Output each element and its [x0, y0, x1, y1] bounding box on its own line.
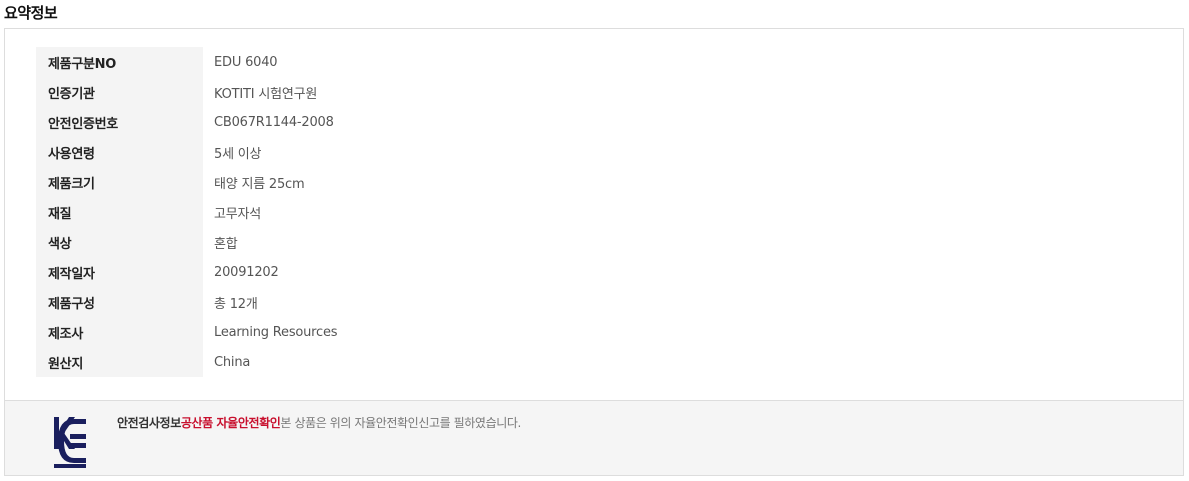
spec-table: 제품구분NO EDU 6040 인증기관 KOTITI 시험연구원 안전인증번호… — [36, 47, 338, 377]
spec-row: 제품구분NO EDU 6040 — [36, 47, 337, 77]
spec-value: China — [214, 354, 251, 370]
spec-value: 태양 지름 25cm — [214, 176, 305, 192]
spec-row: 색상 혼합 — [36, 227, 337, 257]
spec-row: 제작일자 20091202 — [36, 257, 337, 287]
spec-value: EDU 6040 — [214, 54, 278, 70]
spec-value: 고무자석 — [214, 206, 262, 222]
spec-value: 총 12개 — [214, 296, 258, 312]
spec-row: 제조사 Learning Resources — [36, 317, 338, 347]
safety-description: 본 상품은 위의 자율안전확인신고를 필하였습니다. — [280, 416, 521, 430]
spec-label: 제품구분NO — [36, 47, 203, 77]
spec-row: 원산지 China — [36, 347, 337, 377]
safety-type-label: 공산품 자율안전확인 — [180, 416, 281, 430]
spec-label: 제작일자 — [36, 257, 203, 287]
spec-label: 안전인증번호 — [36, 107, 203, 137]
spec-label: 재질 — [36, 197, 203, 227]
spec-row: 안전인증번호 CB067R1144-2008 — [36, 107, 337, 137]
spec-label: 인증기관 — [36, 77, 203, 107]
spec-value: 혼합 — [214, 236, 238, 252]
spec-value: 5세 이상 — [214, 146, 262, 162]
section-title: 요약정보 — [4, 4, 58, 22]
spec-label: 사용연령 — [36, 137, 203, 167]
spec-row: 사용연령 5세 이상 — [36, 137, 337, 167]
spec-value: 20091202 — [214, 264, 279, 280]
spec-value: Learning Resources — [214, 324, 338, 340]
spec-row: 제품구성 총 12개 — [36, 287, 337, 317]
spec-row: 제품크기 태양 지름 25cm — [36, 167, 337, 197]
summary-info-box: 제품구분NO EDU 6040 인증기관 KOTITI 시험연구원 안전인증번호… — [4, 28, 1184, 476]
safety-info-text: 안전검사정보공산품 자율안전확인본 상품은 위의 자율안전확인신고를 필하였습니… — [117, 414, 521, 431]
spec-label: 제품구성 — [36, 287, 203, 317]
spec-label: 원산지 — [36, 347, 203, 377]
spec-value: KOTITI 시험연구원 — [214, 86, 318, 102]
spec-value: CB067R1144-2008 — [214, 114, 334, 130]
spec-label: 제품크기 — [36, 167, 203, 197]
spec-label: 색상 — [36, 227, 203, 257]
spec-label: 제조사 — [36, 317, 203, 347]
kc-certification-icon — [54, 417, 86, 468]
safety-info-bar: 안전검사정보공산품 자율안전확인본 상품은 위의 자율안전확인신고를 필하였습니… — [5, 400, 1183, 475]
safety-info-label: 안전검사정보 — [117, 416, 181, 430]
spec-row: 인증기관 KOTITI 시험연구원 — [36, 77, 337, 107]
spec-row: 재질 고무자석 — [36, 197, 337, 227]
